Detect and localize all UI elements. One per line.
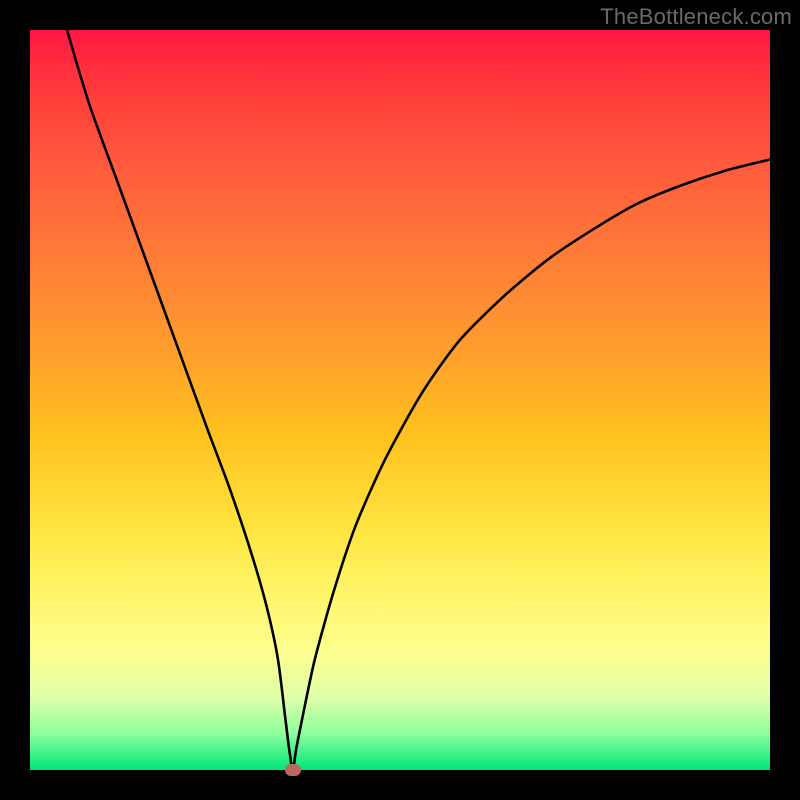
optimum-marker	[285, 764, 301, 776]
chart-frame: TheBottleneck.com	[0, 0, 800, 800]
watermark-text: TheBottleneck.com	[600, 4, 792, 30]
bottleneck-curve	[30, 30, 770, 770]
plot-area	[30, 30, 770, 770]
